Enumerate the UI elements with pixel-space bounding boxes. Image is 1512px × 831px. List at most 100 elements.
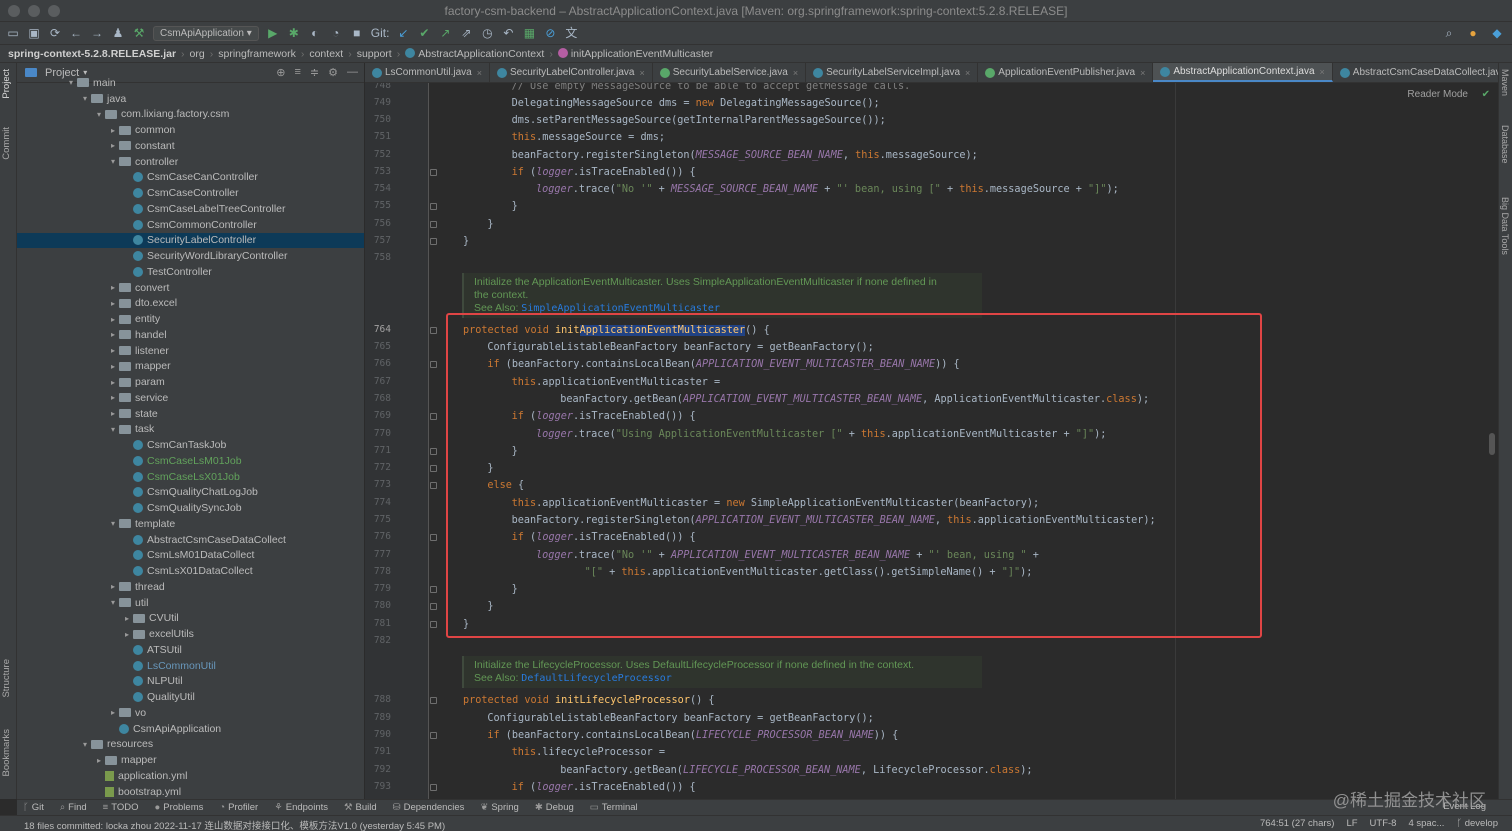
stop-icon[interactable]: ■ <box>350 26 364 40</box>
tree-file[interactable]: CsmCaseLsM01Job <box>17 453 364 469</box>
big-data-tools-tab[interactable]: Big Data Tools <box>1500 197 1510 255</box>
tree-file[interactable]: QualityUtil <box>17 689 364 705</box>
tree-file[interactable]: CsmQualitySyncJob <box>17 500 364 516</box>
breadcrumb-jar[interactable]: spring-context-5.2.8.RELEASE.jar <box>8 48 176 60</box>
tool-window-debug[interactable]: ✱ Debug <box>535 802 574 813</box>
chevron-right-icon[interactable]: ▸ <box>107 582 119 591</box>
build-hammer-icon[interactable]: ⚒ <box>132 26 146 40</box>
code-line[interactable]: } <box>487 218 493 232</box>
chevron-right-icon[interactable]: ▸ <box>107 283 119 292</box>
tree-folder[interactable]: ▾ util <box>17 595 364 611</box>
chevron-right-icon[interactable]: ▸ <box>107 346 119 355</box>
tree-file[interactable]: CsmCaseLabelTreeController <box>17 201 364 217</box>
fold-marker-icon[interactable] <box>430 238 437 245</box>
search-code-icon[interactable]: ▦ <box>522 26 536 40</box>
chevron-down-icon[interactable]: ▾ <box>107 157 119 166</box>
tree-folder[interactable]: ▾ com.lixiang.factory.csm <box>17 107 364 123</box>
tool-window-find[interactable]: ⌕ Find <box>60 802 87 813</box>
back-icon[interactable]: ← <box>69 26 83 40</box>
code-line[interactable]: } <box>487 462 493 476</box>
code-line[interactable]: if (logger.isTraceEnabled()) { <box>512 531 696 545</box>
maven-tool-tab[interactable]: Maven <box>1500 69 1510 96</box>
fold-marker-icon[interactable] <box>430 413 437 420</box>
git-branch[interactable]: ᚴ develop <box>1456 818 1498 829</box>
run-configuration-select[interactable]: CsmApiApplication ▾ <box>153 25 259 41</box>
chevron-down-icon[interactable]: ▾ <box>107 598 119 607</box>
bookmarks-tool-tab[interactable]: Bookmarks <box>1 729 12 777</box>
fold-marker-icon[interactable] <box>430 169 437 176</box>
tree-folder[interactable]: ▸ dto.excel <box>17 296 364 312</box>
code-line[interactable]: if (logger.isTraceEnabled()) { <box>512 410 696 424</box>
updates-icon[interactable]: ● <box>1466 26 1480 40</box>
tree-file[interactable]: application.yml <box>17 768 364 784</box>
code-line[interactable]: if (logger.isTraceEnabled()) { <box>512 781 696 795</box>
code-line[interactable]: dms.setParentMessageSource(getInternalPa… <box>512 114 886 128</box>
chevron-right-icon[interactable]: ▸ <box>107 393 119 402</box>
code-line[interactable]: } <box>463 618 469 632</box>
tool-window-todo[interactable]: ≡ TODO <box>103 802 139 813</box>
plugin-icon[interactable]: ◆ <box>1490 26 1504 40</box>
code-editor[interactable]: 748 749 750 751 752 753 754 755 756 757 758 764 765 7… <box>365 83 1498 799</box>
code-line[interactable]: beanFactory.getBean(APPLICATION_EVENT_MU… <box>560 393 1149 407</box>
fold-marker-icon[interactable] <box>430 534 437 541</box>
editor-tab[interactable]: SecurityLabelServiceImpl.java × <box>806 63 979 82</box>
run-icon[interactable]: ▶ <box>266 26 280 40</box>
chevron-down-icon[interactable]: ▾ <box>93 110 105 119</box>
javadoc-link[interactable]: SimpleApplicationEventMulticaster <box>521 303 720 314</box>
tree-folder[interactable]: ▸ convert <box>17 280 364 296</box>
code-line[interactable]: } <box>512 445 518 459</box>
chevron-down-icon[interactable]: ▾ <box>79 740 91 749</box>
fold-marker-icon[interactable] <box>430 327 437 334</box>
structure-tool-tab[interactable]: Structure <box>1 659 12 698</box>
chevron-down-icon[interactable]: ▾ <box>107 519 119 528</box>
code-line[interactable]: ConfigurableListableBeanFactory beanFact… <box>487 341 873 355</box>
code-line[interactable]: } <box>487 600 493 614</box>
code-line[interactable]: } <box>512 200 518 214</box>
fold-marker-icon[interactable] <box>430 465 437 472</box>
code-line[interactable]: this.applicationEventMulticaster = <box>512 376 721 390</box>
tree-folder[interactable]: ▸ common <box>17 122 364 138</box>
tree-folder[interactable]: ▸ vo <box>17 705 364 721</box>
tool-window-problems[interactable]: ● Problems <box>154 802 203 813</box>
fold-marker-icon[interactable] <box>430 482 437 489</box>
code-line[interactable]: this.lifecycleProcessor = <box>512 746 665 760</box>
tree-file[interactable]: SecurityWordLibraryController <box>17 248 364 264</box>
fold-marker-icon[interactable] <box>430 221 437 228</box>
search-everywhere-icon[interactable]: ⌕ <box>1442 26 1456 40</box>
javadoc-link[interactable]: DefaultLifecycleProcessor <box>521 673 672 684</box>
project-tool-tab[interactable]: Project <box>1 69 12 99</box>
tree-folder[interactable]: ▸ mapper <box>17 359 364 375</box>
tree-folder[interactable]: ▸ mapper <box>17 752 364 768</box>
editor-tab[interactable]: AbstractCsmCaseDataCollect.java× <box>1333 63 1498 82</box>
tree-folder[interactable]: ▾ main <box>17 75 364 91</box>
tool-window-git[interactable]: ᚴ Git <box>23 802 44 813</box>
close-tab-icon[interactable]: × <box>793 68 798 78</box>
code-line[interactable]: ConfigurableListableBeanFactory beanFact… <box>487 712 873 726</box>
history-icon[interactable]: ◷ <box>480 26 494 40</box>
sync-icon[interactable]: ⟳ <box>48 26 62 40</box>
chevron-right-icon[interactable]: ▸ <box>107 708 119 717</box>
database-tool-tab[interactable]: Database <box>1500 125 1510 164</box>
code-line[interactable]: } <box>512 583 518 597</box>
tree-file[interactable]: TestController <box>17 264 364 280</box>
tree-file[interactable]: NLPUtil <box>17 674 364 690</box>
editor-tab[interactable]: AbstractApplicationContext.java × <box>1153 63 1333 82</box>
code-line[interactable]: DelegatingMessageSource dms = new Delega… <box>512 97 880 111</box>
fold-marker-icon[interactable] <box>430 361 437 368</box>
save-icon[interactable]: ▣ <box>27 26 41 40</box>
code-line[interactable]: "[" + this.applicationEventMulticaster.g… <box>585 566 1033 580</box>
inspection-ok-icon[interactable]: ✔ <box>1482 89 1490 100</box>
tree-folder[interactable]: ▸ excelUtils <box>17 626 364 642</box>
tree-folder[interactable]: ▸ param <box>17 374 364 390</box>
git-commit-icon[interactable]: ✔ <box>417 26 431 40</box>
code-line[interactable]: logger.trace("No '" + MESSAGE_SOURCE_BEA… <box>536 183 1119 197</box>
caret-position[interactable]: 764:51 (27 chars) <box>1260 818 1334 829</box>
chevron-right-icon[interactable]: ▸ <box>107 362 119 371</box>
chevron-right-icon[interactable]: ▸ <box>107 141 119 150</box>
coverage-icon[interactable]: ◐ <box>308 26 322 40</box>
status-message[interactable]: 18 files committed: locka zhou 2022-11-1… <box>24 818 445 831</box>
code-line[interactable]: } <box>463 235 469 249</box>
translate-icon[interactable]: 文 <box>564 26 578 40</box>
tree-file[interactable]: CsmApiApplication <box>17 721 364 737</box>
code-line[interactable]: beanFactory.registerSingleton(APPLICATIO… <box>512 514 1156 528</box>
